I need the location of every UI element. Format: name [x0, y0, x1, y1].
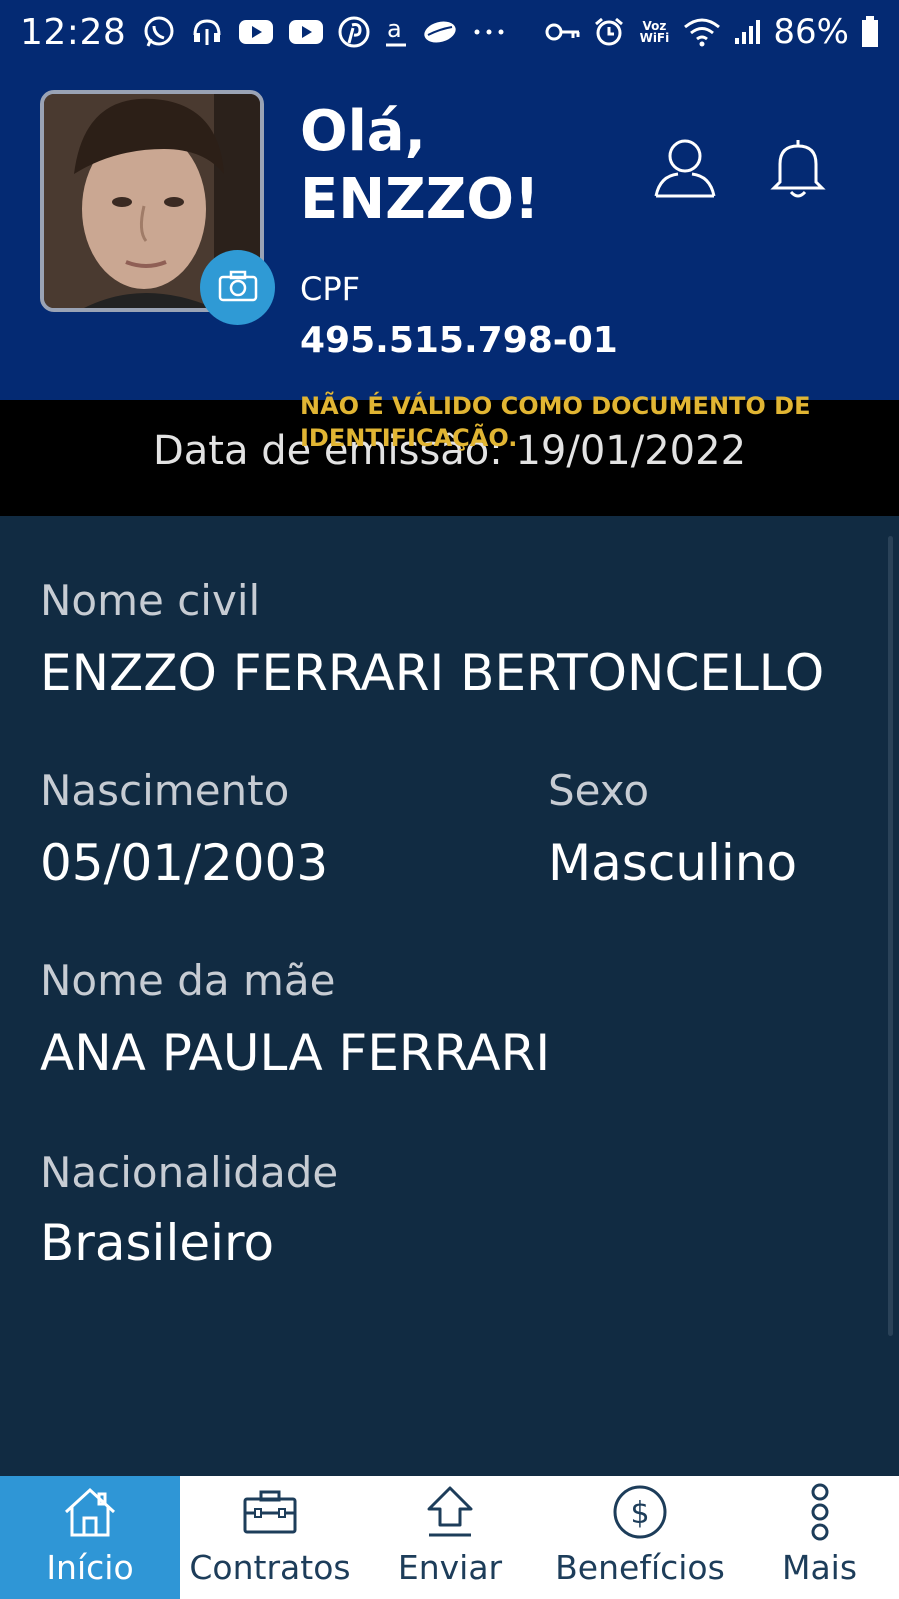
status-time: 12:28 [20, 11, 127, 53]
civil-name-value: ENZZO FERRARI BERTONCELLO [40, 644, 825, 702]
more-vertical-icon [809, 1482, 831, 1542]
nav-item-beneficios[interactable]: $ Benefícios [540, 1476, 740, 1599]
signal-icon [733, 18, 761, 46]
notifications-button[interactable] [765, 136, 831, 202]
nav-item-inicio[interactable]: Início [0, 1476, 180, 1599]
svg-text:a: a [387, 15, 402, 43]
upload-icon [425, 1482, 475, 1542]
whatsapp-icon [142, 15, 176, 49]
birth-value: 05/01/2003 [40, 834, 329, 892]
dollar-icon: $ [612, 1482, 668, 1542]
youtube-icon [238, 18, 274, 46]
cpf-value: 495.515.798-01 [300, 320, 618, 361]
nav-label-beneficios: Benefícios [555, 1548, 725, 1587]
sex-value: Masculino [548, 834, 798, 892]
mother-name-value: ANA PAULA FERRARI [40, 1024, 551, 1082]
notification-icons: a [142, 15, 506, 49]
greeting: Olá, ENZZO! [300, 98, 539, 234]
civil-name-label: Nome civil [40, 576, 261, 625]
bottom-navigation: Início Contratos Enviar $ Benefícios Mai… [0, 1476, 899, 1599]
nav-label-contratos: Contratos [189, 1548, 351, 1587]
greeting-text: Olá, [300, 99, 426, 164]
nav-label-enviar: Enviar [397, 1548, 503, 1587]
briefcase-icon [242, 1482, 298, 1542]
nav-item-mais[interactable]: Mais [740, 1476, 899, 1599]
user-first-name: ENZZO! [300, 167, 540, 232]
birth-label: Nascimento [40, 766, 290, 815]
battery-icon [861, 16, 879, 48]
key-icon [545, 20, 581, 44]
mother-name-label: Nome da mãe [40, 956, 336, 1005]
personal-details: Nome civil ENZZO FERRARI BERTONCELLO Nas… [0, 516, 899, 1476]
bell-icon [765, 140, 831, 206]
nav-item-enviar[interactable]: Enviar [360, 1476, 540, 1599]
youtube-icon [288, 18, 324, 46]
voz-wifi-icon: Voz WiFi [639, 19, 670, 45]
nationality-label: Nacionalidade [40, 1148, 339, 1197]
change-photo-button[interactable] [200, 250, 275, 325]
scrollbar[interactable] [888, 536, 893, 1336]
profile-header: Olá, ENZZO! CPF 495.515.798-01 [0, 64, 899, 400]
headset-icon [190, 15, 224, 49]
camera-icon [218, 270, 258, 306]
invalid-document-warning: NÃO É VÁLIDO COMO DOCUMENTO DE IDENTIFIC… [300, 392, 811, 452]
home-icon [63, 1482, 117, 1542]
wifi-icon [683, 17, 721, 47]
profile-button[interactable] [650, 134, 720, 204]
user-icon [650, 139, 720, 208]
nav-item-contratos[interactable]: Contratos [180, 1476, 360, 1599]
app-icon [422, 17, 458, 47]
nav-label-mais: Mais [781, 1548, 858, 1587]
battery-percentage: 86% [773, 12, 849, 52]
status-bar: 12:28 a Voz WiFi 86% [0, 0, 899, 64]
more-dots-icon [472, 27, 506, 37]
nationality-value: Brasileiro [40, 1214, 275, 1272]
pinterest-icon [338, 16, 370, 48]
alarm-icon [593, 16, 625, 48]
cpf-label: CPF [300, 270, 361, 308]
nav-label-inicio: Início [46, 1548, 134, 1587]
system-icons: Voz WiFi 86% [545, 12, 879, 52]
svg-text:$: $ [630, 1496, 649, 1531]
sex-label: Sexo [548, 766, 650, 815]
amazon-icon: a [384, 15, 408, 49]
